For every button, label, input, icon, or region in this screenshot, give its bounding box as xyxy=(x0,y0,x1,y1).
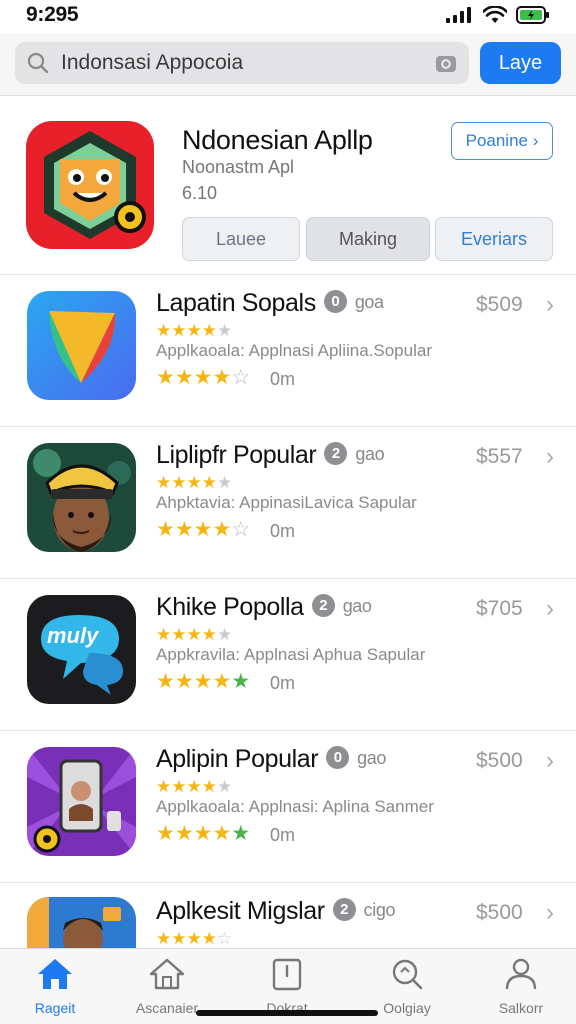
status-icons xyxy=(446,6,550,24)
signal-icon xyxy=(446,7,471,23)
home-indicator[interactable] xyxy=(196,1010,378,1016)
search-row: Indonsasi Appocoia Laye xyxy=(0,34,576,96)
list-item[interactable]: Liplipfr Popular 2 gao $557 › ★★★★★ Ahpkta… xyxy=(0,427,576,579)
star-rating-small: ★★★★☆ xyxy=(156,929,233,948)
app-price[interactable]: $500 xyxy=(476,749,523,773)
app-name-row: Aplipin Popular 0 gao xyxy=(156,745,386,774)
app-name: Lapatin Sopals xyxy=(156,289,316,317)
star-rating-small: ★★★★★ xyxy=(156,777,233,796)
tab-dokrat[interactable]: Dokrat xyxy=(232,957,342,1016)
muly-logo-text: muly xyxy=(47,623,99,648)
list-item[interactable]: Aplipin Popular 0 gao $500 › ★★★★★ Applkao… xyxy=(0,731,576,883)
person-icon xyxy=(505,958,537,990)
wifi-icon xyxy=(483,6,507,23)
star-rating-small: ★★★★★ xyxy=(156,321,233,340)
app-tag: gao xyxy=(355,443,385,464)
app-tag: goa xyxy=(354,291,384,312)
star-rating-small: ★★★★★ xyxy=(156,473,233,492)
featured-app-card[interactable]: Ndonesian Apllp Noonastm Apl 6.10 Poanin… xyxy=(0,97,576,275)
chevron-right-icon[interactable]: › xyxy=(546,595,554,623)
app-meta: 0m xyxy=(270,673,296,693)
tab-label: Salkorr xyxy=(498,1000,544,1016)
app-price[interactable]: $557 xyxy=(476,445,523,469)
status-bar: 9:295 xyxy=(0,0,576,30)
chevron-right-icon[interactable]: › xyxy=(546,291,554,319)
tab-oolgiay[interactable]: Oolgiay xyxy=(352,957,462,1016)
app-price[interactable]: $705 xyxy=(476,597,523,621)
app-icon[interactable] xyxy=(27,747,136,856)
chevron-right-icon[interactable]: › xyxy=(546,899,554,927)
age-badge: 2 xyxy=(332,897,356,921)
app-description: Applkaoala: Applnasi: Aplina Sanmer xyxy=(156,797,434,816)
star-rating: ★★★★☆ xyxy=(156,518,251,541)
chevron-right-icon[interactable]: › xyxy=(546,747,554,775)
segment-everiars[interactable]: Everiars xyxy=(435,217,553,261)
star-rating: ★★★★★ xyxy=(156,822,251,845)
apps-icon xyxy=(149,958,185,990)
app-name: Aplipin Popular xyxy=(156,745,319,773)
age-badge: 0 xyxy=(326,745,350,769)
app-name: Aplkesit Migslar xyxy=(156,897,325,925)
app-icon[interactable] xyxy=(27,897,136,948)
status-time: 9:295 xyxy=(26,3,79,26)
search-query-text: Indonsasi Appocoia xyxy=(61,51,244,74)
app-description: Ahpktavia: AppinasiLavica Sapular xyxy=(156,493,417,512)
app-price[interactable]: $509 xyxy=(476,293,523,317)
list-item[interactable]: Aplkesit Migslar 2 cigo $500 › ★★★★☆ xyxy=(0,883,576,948)
chevron-right-icon[interactable]: › xyxy=(546,443,554,471)
age-badge: 2 xyxy=(324,441,348,465)
app-name-row: Aplkesit Migslar 2 cigo xyxy=(156,897,395,926)
app-meta: 0m xyxy=(270,521,296,541)
search-input[interactable]: Indonsasi Appocoia xyxy=(15,42,469,84)
star-rating: ★★★★☆ xyxy=(156,366,251,389)
app-description: Appkravila: Applnasi Aphua Sapular xyxy=(156,645,426,664)
bookmark-icon xyxy=(272,958,302,991)
search-icon xyxy=(392,959,423,990)
app-icon[interactable] xyxy=(27,291,136,400)
star-rating-small: ★★★★★ xyxy=(156,625,233,644)
app-tag: cigo xyxy=(363,899,396,920)
app-tag: gao xyxy=(357,747,387,768)
search-button[interactable]: Laye xyxy=(480,42,561,84)
app-tag: gao xyxy=(342,595,372,616)
age-badge: 2 xyxy=(311,593,335,617)
tab-ascanaier[interactable]: Ascanaier xyxy=(112,957,222,1016)
battery-icon xyxy=(516,6,549,24)
app-name: Khike Popolla xyxy=(156,593,304,621)
home-icon xyxy=(38,959,72,989)
star-rating: ★★★★★ xyxy=(156,670,251,693)
list-item[interactable]: muly Khike Popolla 2 gao $705 › ★★★★★ Appk… xyxy=(0,579,576,731)
app-name-row: Lapatin Sopals 0 goa xyxy=(156,289,384,318)
age-badge: 0 xyxy=(323,289,347,313)
tab-rageit[interactable]: Rageit xyxy=(0,957,110,1016)
camera-icon[interactable] xyxy=(435,52,457,74)
app-name-row: Liplipfr Popular 2 gao xyxy=(156,441,385,470)
segment-lauee[interactable]: Lauee xyxy=(182,217,300,261)
featured-app-subtitle: Noonastm Apl xyxy=(182,157,295,177)
app-name-row: Khike Popolla 2 gao xyxy=(156,593,372,622)
featured-app-version: 6.10 xyxy=(182,183,218,203)
search-icon xyxy=(27,52,49,74)
list-item[interactable]: Lapatin Sopals 0 goa $509 › ★★★★★ Applkaoa… xyxy=(0,275,576,427)
tab-salkorr[interactable]: Salkorr xyxy=(466,957,576,1016)
featured-link-button[interactable]: Poanine › xyxy=(451,122,553,160)
app-icon[interactable]: muly xyxy=(27,595,136,704)
app-description: Applkaoala: Applnasi Apliina.Sopular xyxy=(156,341,432,360)
featured-app-icon[interactable] xyxy=(26,121,154,249)
featured-app-title: Ndonesian Apllp xyxy=(182,125,373,155)
segment-making[interactable]: Making xyxy=(306,217,430,261)
app-meta: 0m xyxy=(270,369,296,389)
app-icon[interactable] xyxy=(27,443,136,552)
app-name: Liplipfr Popular xyxy=(156,441,317,469)
app-meta: 0m xyxy=(270,825,296,845)
tab-label: Rageit xyxy=(34,1000,76,1016)
app-price[interactable]: $500 xyxy=(476,901,523,925)
